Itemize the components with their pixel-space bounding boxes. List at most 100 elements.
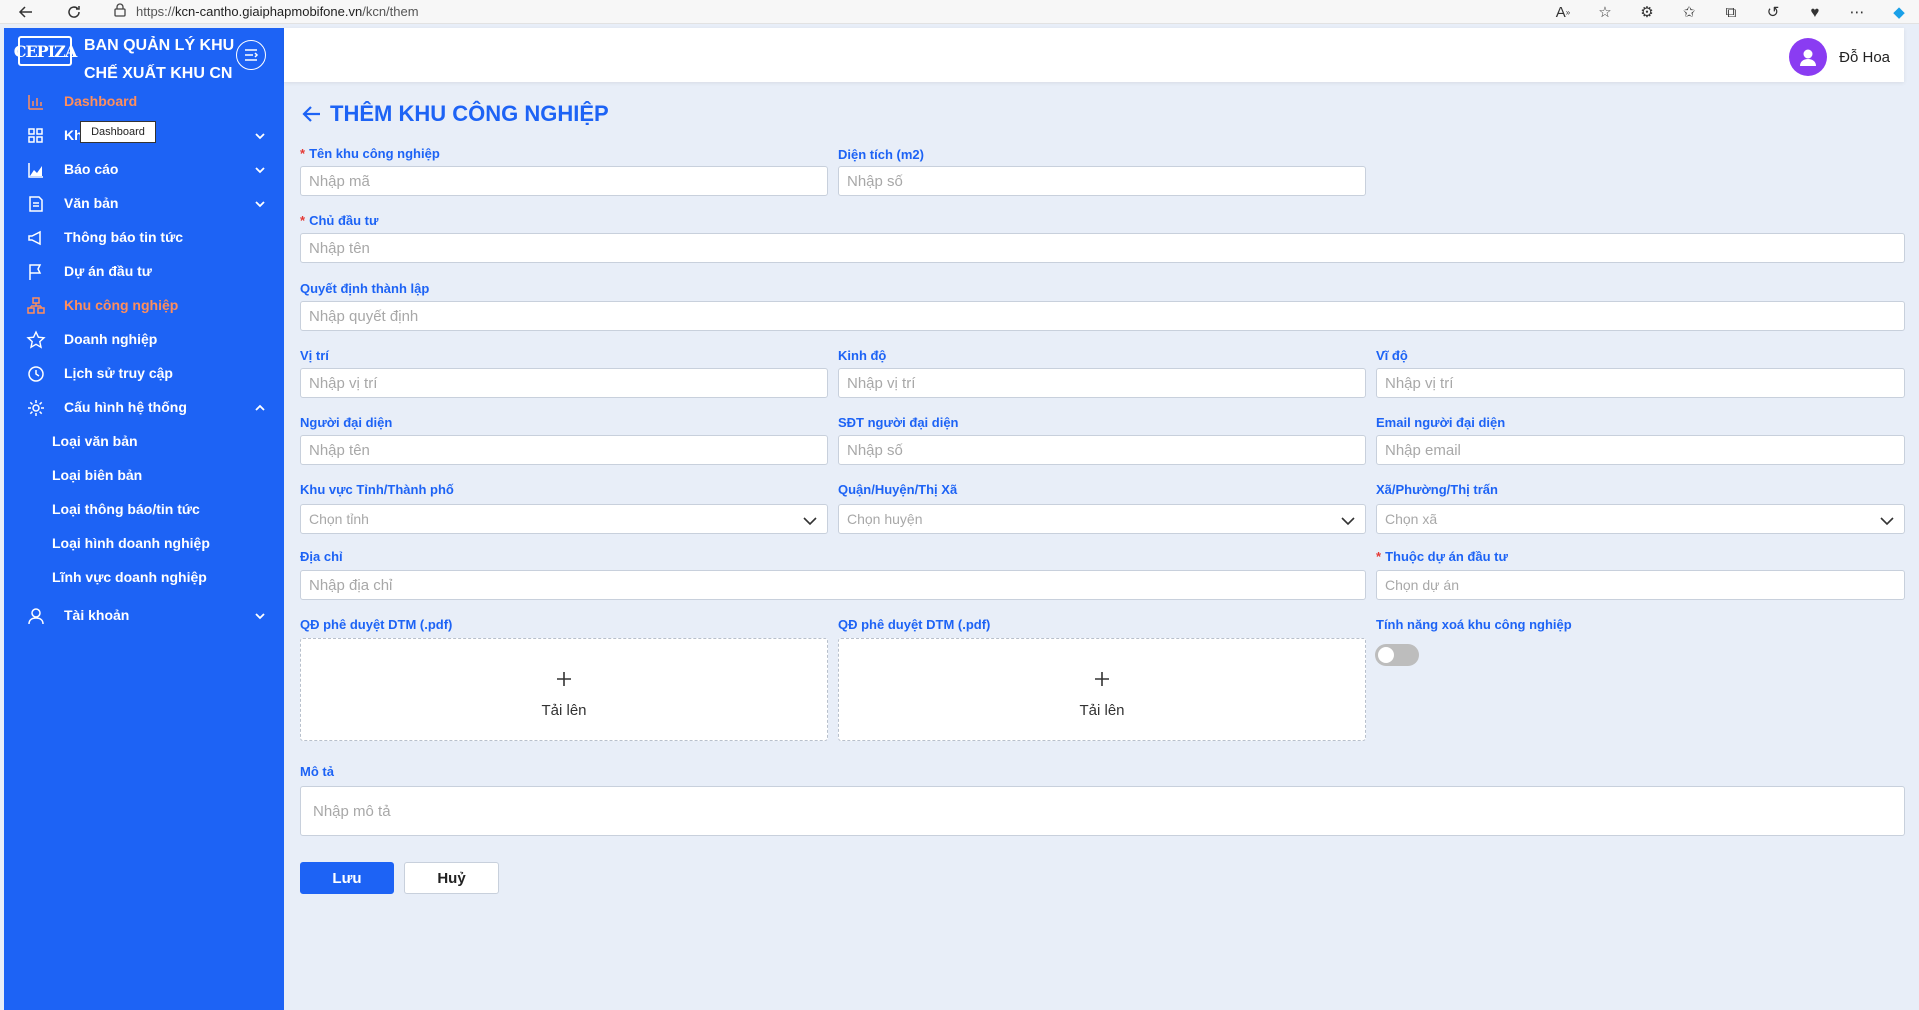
xoa-toggle-label: Tính năng xoá khu công nghiệp: [1376, 617, 1572, 632]
required-asterisk: *: [300, 146, 306, 161]
chevron-down-icon: [1341, 514, 1355, 526]
url-host: kcn-cantho.giaiphapmobifone.vn: [175, 4, 363, 19]
cancel-button[interactable]: Huỷ: [404, 862, 499, 894]
qd-dtm-1-label: QĐ phê duyệt DTM (.pdf): [300, 617, 453, 632]
dia-chi-input[interactable]: [300, 570, 1366, 600]
sdt-input[interactable]: [838, 435, 1366, 465]
chevron-down-icon: [803, 514, 817, 526]
vi-tri-input[interactable]: [300, 368, 828, 398]
du-an-input[interactable]: [1376, 570, 1905, 600]
sidebar-subitem-label: Lĩnh vực doanh nghiệp: [52, 569, 207, 585]
sidebar: CEPIZA BAN QUẢN LÝ KHU CHẾ XUẤT KHU CN D…: [4, 28, 284, 1010]
sidebar-subitem-loai-hinh-dn[interactable]: Loại hình doanh nghiệp: [4, 526, 284, 560]
user-menu[interactable]: Đỗ Hoa: [1789, 38, 1890, 76]
sidebar-subitem-loai-van-ban[interactable]: Loại văn bản: [4, 424, 284, 458]
page-title: THÊM KHU CÔNG NGHIỆP: [300, 100, 609, 128]
qd-dtm-1-upload[interactable]: Tải lên: [300, 638, 828, 741]
sidebar-subitem-loai-bien-ban[interactable]: Loại biên bản: [4, 458, 284, 492]
dia-chi-label: Địa chỉ: [300, 549, 343, 564]
sidebar-item-thong-bao[interactable]: Thông báo tin tức: [4, 220, 284, 254]
email-label: Email người đại diện: [1376, 415, 1506, 430]
nguoi-dai-dien-input[interactable]: [300, 435, 828, 465]
sidebar-item-khu-cong-nghiep[interactable]: Khu công nghiệp: [4, 288, 284, 322]
back-arrow-icon[interactable]: [14, 0, 38, 24]
reload-icon[interactable]: [62, 0, 86, 24]
area-chart-icon: [26, 160, 46, 180]
url-prefix: https://: [136, 4, 176, 19]
cepiza-logo: CEPIZA: [14, 36, 77, 66]
upload-label: Tải lên: [541, 702, 587, 719]
page-title-text: THÊM KHU CÔNG NGHIỆP: [330, 101, 609, 126]
vi-tri-label: Vị trí: [300, 348, 329, 363]
email-input[interactable]: [1376, 435, 1905, 465]
required-asterisk: *: [1376, 549, 1382, 564]
xa-placeholder: Chọn xã: [1385, 511, 1438, 527]
bar-chart-icon: [26, 92, 46, 112]
grid-icon: [26, 126, 46, 146]
vi-do-label: Vĩ độ: [1376, 348, 1408, 363]
xoa-kcn-toggle[interactable]: [1375, 644, 1419, 666]
copilot-icon[interactable]: ◆: [1887, 0, 1911, 24]
tinh-placeholder: Chọn tỉnh: [309, 511, 369, 527]
toggle-knob: [1378, 647, 1394, 663]
sidebar-subitem-loai-thong-bao[interactable]: Loại thông báo/tin tức: [4, 492, 284, 526]
sidebar-item-van-ban[interactable]: Văn bản: [4, 186, 284, 220]
chevron-down-icon: [254, 609, 266, 621]
sidebar-item-cau-hinh[interactable]: Cấu hình hệ thống: [4, 390, 284, 424]
vi-do-input[interactable]: [1376, 368, 1905, 398]
mo-ta-input[interactable]: [300, 786, 1905, 836]
menu-toggle-icon[interactable]: [236, 40, 266, 70]
kinh-do-label: Kinh độ: [838, 348, 887, 363]
chu-dau-tu-input[interactable]: [300, 233, 1905, 263]
sidebar-item-label: Lịch sử truy cập: [64, 365, 173, 381]
sidebar-item-lich-su[interactable]: Lịch sử truy cập: [4, 356, 284, 390]
sidebar-item-tai-khoan[interactable]: Tài khoản: [4, 598, 284, 632]
sidebar-item-du-an[interactable]: Dự án đầu tư: [4, 254, 284, 288]
top-header: Đỗ Hoa: [284, 28, 1904, 82]
tinh-select[interactable]: Chọn tỉnh: [300, 504, 828, 534]
quyet-dinh-input[interactable]: [300, 301, 1905, 331]
ten-kcn-label: * Tên khu công nghiệp: [300, 146, 440, 161]
chevron-down-icon: [254, 163, 266, 175]
sidebar-subitem-linh-vuc-dn[interactable]: Lĩnh vực doanh nghiệp: [4, 560, 284, 594]
collections-icon[interactable]: ⧉: [1719, 0, 1743, 24]
address-bar[interactable]: https://kcn-cantho.giaiphapmobifone.vn/k…: [114, 1, 419, 23]
qd-dtm-2-label: QĐ phê duyệt DTM (.pdf): [838, 617, 991, 632]
chevron-up-icon: [254, 401, 266, 413]
dien-tich-input[interactable]: [838, 166, 1366, 196]
dien-tich-label: Diện tích (m2): [838, 147, 924, 162]
kinh-do-input[interactable]: [838, 368, 1366, 398]
tinh-label: Khu vực Tỉnh/Thành phố: [300, 482, 454, 497]
back-arrow-icon[interactable]: [300, 102, 324, 126]
upload-label: Tải lên: [1079, 702, 1125, 719]
more-options-icon[interactable]: ⋯: [1845, 0, 1869, 24]
save-button[interactable]: Lưu: [300, 862, 394, 894]
sidebar-item-doanh-nghiep[interactable]: Doanh nghiệp: [4, 322, 284, 356]
extensions-icon[interactable]: ⚙: [1635, 0, 1659, 24]
user-icon: [26, 606, 46, 626]
qd-dtm-2-upload[interactable]: Tải lên: [838, 638, 1366, 741]
favorite-star-icon[interactable]: ☆: [1593, 0, 1617, 24]
ten-kcn-input[interactable]: [300, 166, 828, 196]
chevron-down-icon: [254, 197, 266, 209]
mo-ta-label: Mô tả: [300, 764, 334, 779]
sidebar-item-label: Dự án đầu tư: [64, 263, 152, 279]
sidebar-item-label: Cấu hình hệ thống: [64, 399, 187, 415]
xa-select[interactable]: Chọn xã: [1376, 504, 1905, 534]
sidebar-item-label: Doanh nghiệp: [64, 331, 158, 347]
favorites-bar-icon[interactable]: ✩: [1677, 0, 1701, 24]
huyen-select[interactable]: Chọn huyện: [838, 504, 1366, 534]
browser-toolbar: https://kcn-cantho.giaiphapmobifone.vn/k…: [0, 0, 1919, 24]
sidebar-item-dashboard[interactable]: Dashboard: [4, 84, 284, 118]
sidebar-subitem-label: Loại biên bản: [52, 467, 143, 483]
megaphone-icon: [26, 228, 46, 248]
chu-dau-tu-label: * Chủ đầu tư: [300, 213, 379, 228]
sidebar-item-bao-cao[interactable]: Báo cáo: [4, 152, 284, 186]
org-name: BAN QUẢN LÝ KHU CHẾ XUẤT KHU CN: [84, 37, 235, 82]
read-aloud-icon[interactable]: A»: [1551, 0, 1575, 24]
performance-icon[interactable]: ♥: [1803, 0, 1827, 24]
sidebar-item-label: Văn bản: [64, 195, 119, 211]
history-browser-icon[interactable]: ↺: [1761, 0, 1785, 24]
sidebar-subitem-label: Loại hình doanh nghiệp: [52, 535, 210, 551]
history-icon: [26, 364, 46, 384]
